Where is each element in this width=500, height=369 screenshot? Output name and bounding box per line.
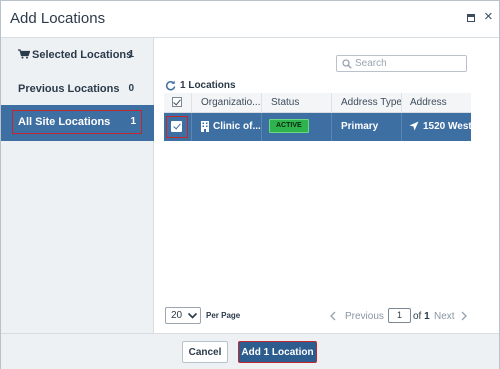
- results-count-text: 1 Locations: [180, 80, 236, 91]
- sidebar-item-previous-locations[interactable]: Previous Locations 0: [1, 72, 154, 106]
- cell-address: 1520 West K: [423, 121, 471, 132]
- pager: Previous 1 of 1 Next: [326, 308, 471, 324]
- chevron-left-icon[interactable]: [329, 311, 337, 321]
- total-pages: 1: [424, 311, 430, 322]
- dialog-title: Add Locations: [10, 10, 106, 27]
- refresh-icon[interactable]: [165, 80, 176, 91]
- dialog-titlebar: Add Locations ×: [1, 1, 499, 38]
- select-all-checkbox[interactable]: [172, 97, 182, 107]
- close-icon[interactable]: ×: [484, 9, 493, 24]
- dialog-footer: Cancel Add 1 Location: [1, 333, 499, 369]
- table-row[interactable]: Clinic of... ACTIVE Primary 1520 West K: [164, 113, 471, 141]
- previous-page-button[interactable]: Previous: [345, 311, 384, 322]
- cancel-button[interactable]: Cancel: [182, 341, 228, 363]
- column-header-status[interactable]: Status: [271, 97, 299, 108]
- status-badge: ACTIVE: [269, 119, 309, 133]
- page-size-value: 20: [171, 310, 183, 321]
- page-of-label: of 1: [413, 311, 430, 322]
- sidebar-item-selected-locations[interactable]: Selected Locations 1: [1, 38, 154, 72]
- page-number-input[interactable]: 1: [388, 308, 411, 323]
- column-header-address-type[interactable]: Address Type: [341, 97, 402, 108]
- of-text: of: [413, 311, 422, 322]
- search-box[interactable]: [336, 55, 467, 72]
- sidebar-item-count: 1: [128, 49, 134, 60]
- cart-icon: [18, 49, 30, 59]
- pagination-bar: 20 Per Page Previous 1 of 1 Next: [155, 307, 471, 327]
- page-size-select[interactable]: 20: [165, 307, 201, 324]
- building-icon: [201, 121, 209, 132]
- sidebar: Selected Locations 1 Previous Locations …: [1, 38, 154, 333]
- add-location-button[interactable]: Add 1 Location: [238, 341, 317, 363]
- locations-table: Organizatio... Status Address Type Addre…: [164, 93, 471, 141]
- table-header: Organizatio... Status Address Type Addre…: [164, 93, 471, 113]
- sidebar-item-count: 0: [128, 83, 134, 94]
- chevron-right-icon[interactable]: [460, 311, 468, 321]
- column-header-address[interactable]: Address: [410, 97, 447, 108]
- add-locations-dialog: Add Locations × Selected Locations 1 Pre…: [0, 0, 500, 369]
- highlight-box: [166, 116, 188, 138]
- chevron-down-icon: [187, 312, 198, 319]
- column-header-organization[interactable]: Organizatio...: [201, 97, 260, 108]
- sidebar-item-count: 1: [130, 116, 136, 127]
- maximize-icon[interactable]: [467, 14, 475, 22]
- cell-address-type: Primary: [341, 121, 379, 132]
- search-icon: [342, 59, 352, 69]
- location-arrow-icon: [409, 121, 419, 131]
- next-page-button[interactable]: Next: [434, 311, 455, 322]
- per-page-label: Per Page: [206, 311, 241, 320]
- search-input[interactable]: [355, 57, 463, 70]
- sidebar-item-label: All Site Locations: [18, 116, 111, 128]
- sidebar-item-label: Previous Locations: [18, 83, 120, 95]
- sidebar-item-all-site-locations[interactable]: All Site Locations 1: [1, 105, 154, 141]
- sidebar-item-label: Selected Locations: [32, 49, 133, 61]
- row-checkbox[interactable]: [171, 121, 182, 132]
- cell-organization: Clinic of...: [213, 121, 261, 132]
